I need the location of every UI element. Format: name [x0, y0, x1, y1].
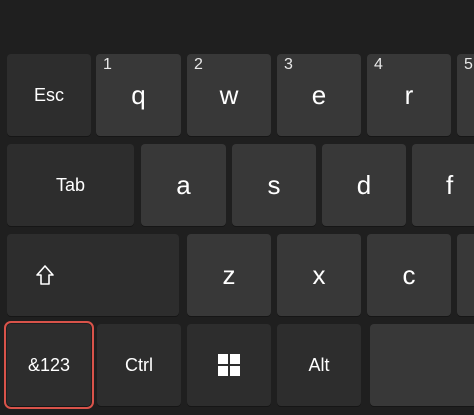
esc-key[interactable]: Esc — [7, 54, 91, 136]
alt-key[interactable]: Alt — [277, 324, 361, 406]
key-d-label: d — [356, 170, 372, 200]
esc-key-label: Esc — [33, 85, 64, 105]
key-f-partial[interactable]: f — [412, 144, 474, 226]
key-z-label: z — [222, 260, 236, 290]
symbols-key[interactable]: &123 — [4, 321, 94, 409]
key-a-label: a — [176, 170, 191, 200]
key-s-label: s — [267, 170, 281, 200]
key-f-label: f — [446, 170, 454, 200]
key-e[interactable]: 3 e — [277, 54, 361, 136]
key-t-hint: 5 — [464, 56, 473, 73]
key-q[interactable]: 1 q — [96, 54, 181, 136]
key-c-label: c — [402, 260, 416, 290]
key-r-label: r — [404, 80, 414, 110]
key-x[interactable]: x — [277, 234, 361, 316]
alt-key-label: Alt — [308, 355, 330, 375]
key-s[interactable]: s — [232, 144, 316, 226]
key-q-label: q — [131, 80, 146, 110]
ctrl-key[interactable]: Ctrl — [97, 324, 181, 406]
key-d[interactable]: d — [322, 144, 406, 226]
shift-key[interactable] — [7, 234, 179, 316]
key-v-partial[interactable] — [457, 234, 474, 316]
key-r[interactable]: 4 r — [367, 54, 451, 136]
windows-logo-icon — [218, 354, 240, 376]
key-w[interactable]: 2 w — [187, 54, 271, 136]
key-z[interactable]: z — [187, 234, 271, 316]
windows-key[interactable] — [187, 324, 271, 406]
touch-keyboard: Esc 1 q 2 w 3 e 4 r 5 Tab a s d f z x c … — [0, 0, 474, 415]
key-r-hint: 4 — [374, 56, 383, 73]
symbols-key-label: &123 — [27, 355, 71, 375]
key-a[interactable]: a — [141, 144, 226, 226]
key-e-hint: 3 — [284, 56, 293, 73]
shift-up-arrow-icon — [35, 264, 55, 286]
ctrl-key-label: Ctrl — [125, 355, 153, 375]
key-w-hint: 2 — [194, 56, 203, 73]
key-c[interactable]: c — [367, 234, 451, 316]
key-e-label: e — [311, 80, 327, 110]
key-x-label: x — [312, 260, 326, 290]
tab-key-label: Tab — [55, 175, 86, 195]
space-key[interactable] — [370, 324, 474, 406]
tab-key[interactable]: Tab — [7, 144, 134, 226]
key-t-partial[interactable]: 5 — [457, 54, 474, 136]
key-q-hint: 1 — [103, 56, 112, 73]
key-w-label: w — [219, 80, 239, 110]
